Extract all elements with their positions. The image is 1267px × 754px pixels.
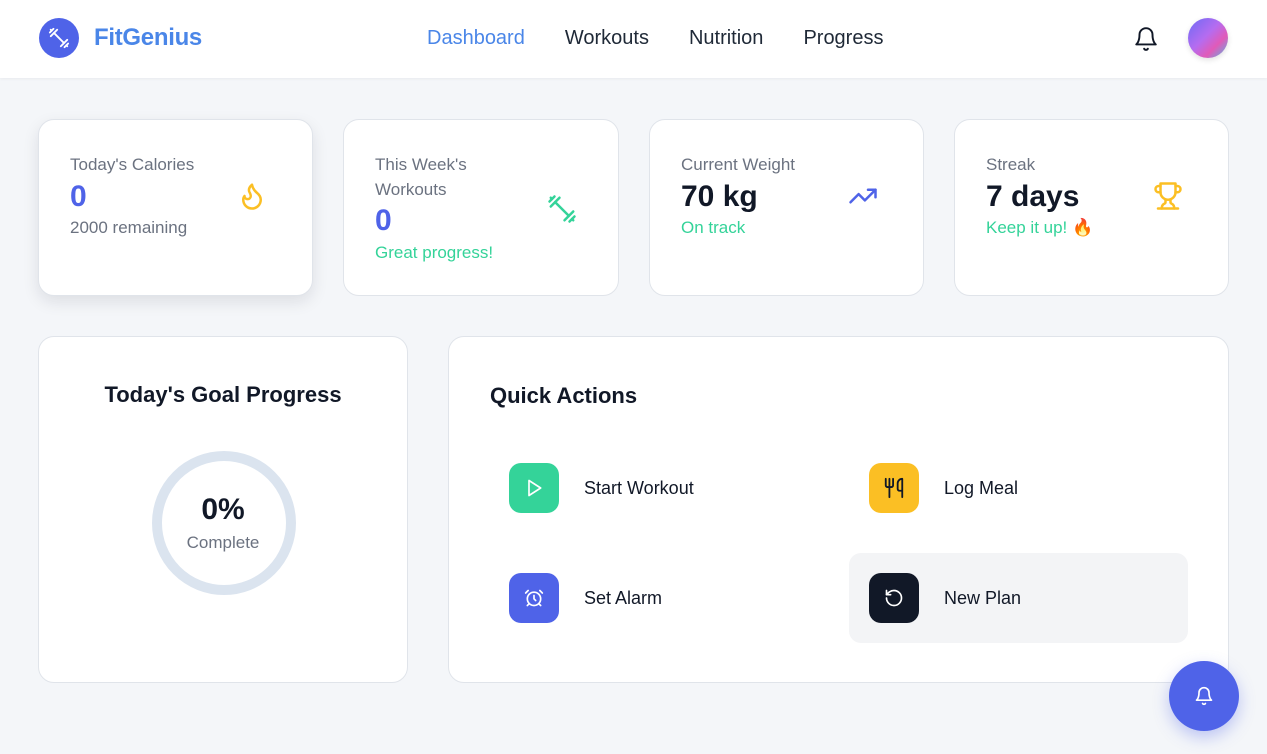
calories-value: 0: [70, 180, 87, 213]
dumbbell-logo-icon: [39, 18, 79, 58]
nav-dashboard[interactable]: Dashboard: [427, 26, 525, 50]
weight-label: Current Weight: [681, 155, 796, 174]
goal-progress-card: Today's Goal Progress 0% Complete: [38, 336, 408, 683]
goal-percent: 0%: [201, 493, 245, 526]
dumbbell-icon: [547, 194, 577, 224]
refresh-icon: [869, 573, 919, 623]
workouts-status: Great progress!: [375, 243, 494, 262]
trophy-icon: [1153, 181, 1183, 211]
streak-value: 7 days: [986, 180, 1080, 213]
floating-notification-button[interactable]: [1169, 661, 1239, 731]
quick-actions-card: Quick Actions Start Workout Log Meal Set…: [448, 336, 1229, 683]
notifications-bell-icon[interactable]: [1133, 25, 1159, 53]
set-alarm-button[interactable]: Set Alarm: [489, 553, 828, 643]
calories-remaining: 2000 remaining: [70, 218, 188, 237]
nav-nutrition[interactable]: Nutrition: [689, 26, 763, 50]
user-avatar[interactable]: [1188, 18, 1228, 58]
streak-card: Streak 7 days Keep it up! 🔥: [954, 119, 1229, 296]
workouts-value: 0: [375, 204, 392, 237]
new-plan-label: New Plan: [944, 587, 1022, 608]
goal-complete-label: Complete: [186, 533, 260, 552]
log-meal-button[interactable]: Log Meal: [849, 443, 1188, 533]
brand[interactable]: FitGenius: [39, 18, 202, 58]
main-nav: Dashboard Workouts Nutrition Progress: [427, 26, 923, 50]
new-plan-button[interactable]: New Plan: [849, 553, 1188, 643]
play-icon: [509, 463, 559, 513]
alarm-clock-icon: [509, 573, 559, 623]
set-alarm-label: Set Alarm: [584, 587, 663, 608]
streak-label: Streak: [986, 155, 1036, 174]
streak-status: Keep it up! 🔥: [986, 218, 1094, 237]
nav-workouts[interactable]: Workouts: [565, 26, 649, 50]
bell-icon: [1195, 686, 1213, 706]
start-workout-label: Start Workout: [584, 477, 694, 498]
trending-up-icon: [848, 181, 878, 211]
weight-value: 70 kg: [681, 180, 758, 213]
workouts-card: This Week's Workouts 0 Great progress!: [343, 119, 619, 296]
top-header: FitGenius Dashboard Workouts Nutrition P…: [0, 0, 1267, 78]
calories-label: Today's Calories: [70, 155, 195, 174]
log-meal-label: Log Meal: [944, 477, 1019, 498]
flame-icon: [237, 181, 267, 211]
weight-status: On track: [681, 218, 746, 237]
start-workout-button[interactable]: Start Workout: [489, 443, 828, 533]
weight-card: Current Weight 70 kg On track: [649, 119, 924, 296]
quick-actions-title: Quick Actions: [490, 383, 638, 408]
goal-progress-title: Today's Goal Progress: [104, 382, 342, 407]
nav-progress[interactable]: Progress: [803, 26, 883, 50]
calories-card: Today's Calories 0 2000 remaining: [38, 119, 313, 296]
workouts-label: This Week's Workouts: [375, 155, 467, 199]
brand-name: FitGenius: [94, 24, 202, 51]
utensils-icon: [869, 463, 919, 513]
